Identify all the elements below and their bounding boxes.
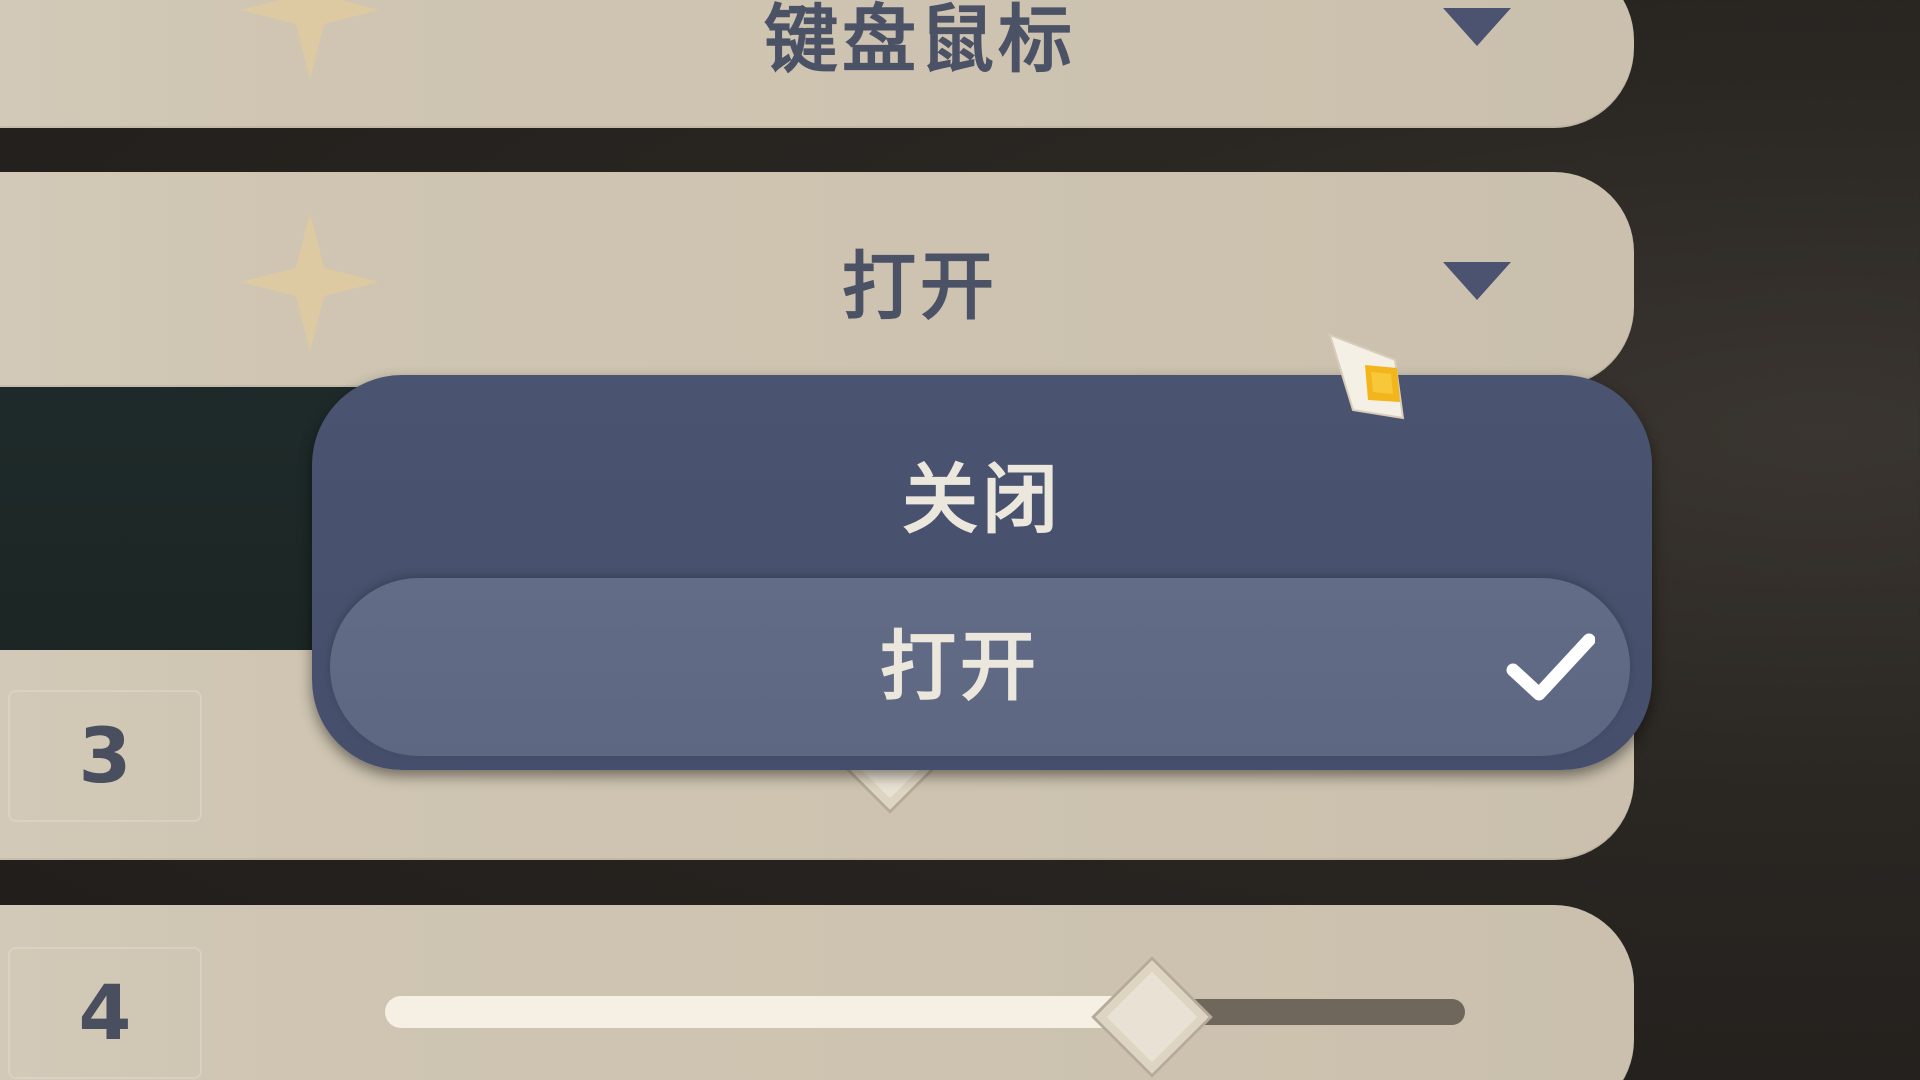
input-device-value: 键盘鼠标 — [764, 0, 1076, 83]
toggle-dropdown-menu: 关闭 打开 — [312, 375, 1652, 770]
chevron-down-icon[interactable] — [1443, 262, 1511, 300]
chevron-down-icon[interactable] — [1443, 8, 1511, 46]
dropdown-option-on[interactable]: 打开 — [330, 578, 1630, 756]
dropdown-option-off[interactable]: 关闭 — [312, 435, 1652, 565]
slider-setting-row-4: 4 — [0, 905, 1634, 1080]
cursor-pointer-icon — [1328, 333, 1405, 420]
toggle-current-value: 打开 — [842, 244, 998, 330]
slider-value-box[interactable]: 3 — [8, 690, 202, 822]
dropdown-option-on-label: 打开 — [880, 622, 1040, 711]
slider-track[interactable] — [1160, 999, 1465, 1025]
slider-value-box[interactable]: 4 — [8, 947, 202, 1079]
slider-handle[interactable] — [1095, 960, 1209, 1074]
checkmark-icon — [1506, 633, 1595, 701]
slider-track-fill[interactable] — [385, 996, 1160, 1028]
input-device-setting-row[interactable]: 键盘鼠标 — [0, 0, 1634, 128]
